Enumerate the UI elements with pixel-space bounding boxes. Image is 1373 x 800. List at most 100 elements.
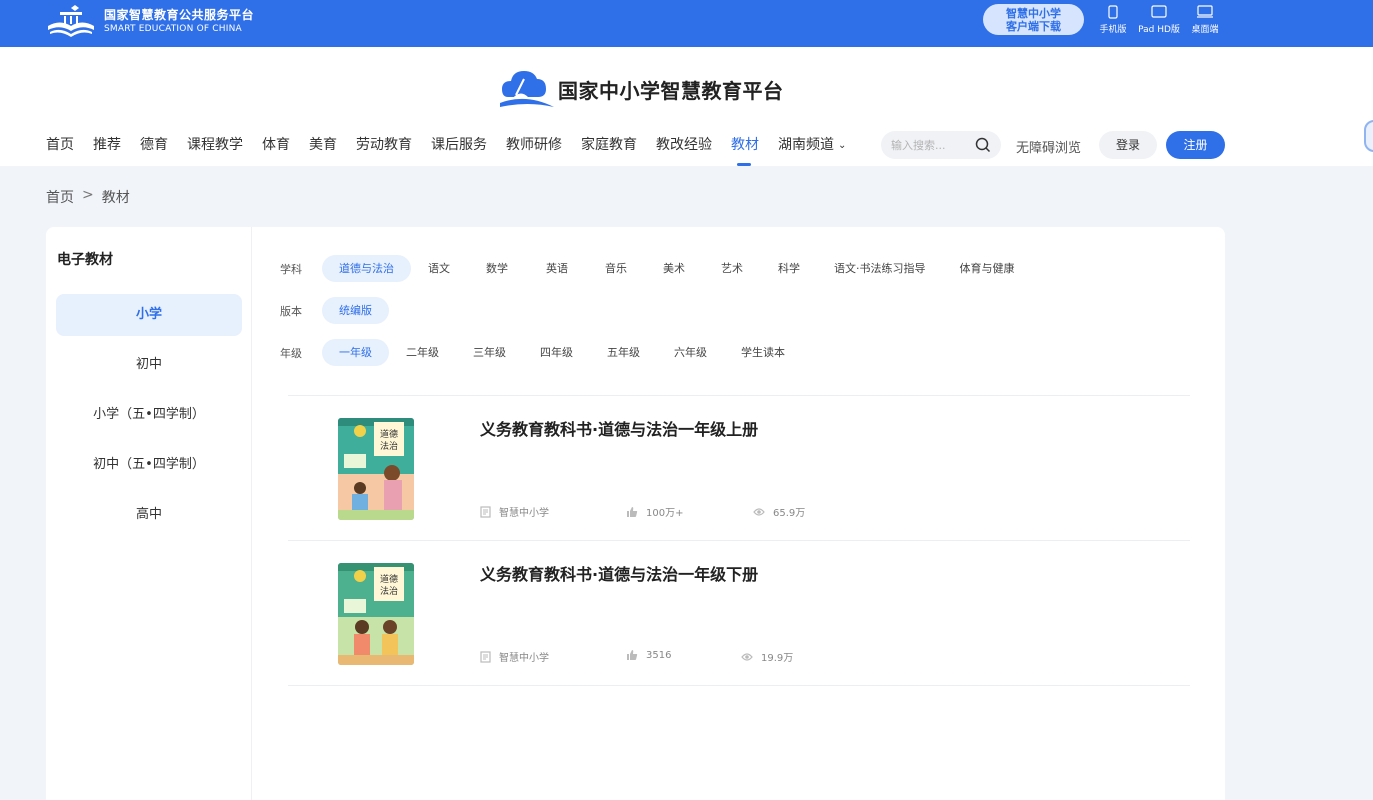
grade-filter: 年级 一年级 二年级 三年级 四年级 五年级 六年级 学生读本 <box>280 339 802 366</box>
desktop-version-link[interactable]: 桌面端 <box>1188 5 1222 35</box>
search-icon[interactable] <box>975 137 991 153</box>
sidebar-title: 电子教材 <box>57 252 113 268</box>
divider <box>288 685 1190 686</box>
eye-icon <box>753 507 765 516</box>
nav-item-recommend[interactable]: 推荐 <box>93 135 121 156</box>
edition-label: 版本 <box>280 304 302 318</box>
eye-icon <box>741 652 753 661</box>
sidebar-item-primary[interactable]: 小学 <box>56 294 242 336</box>
book-likes: 3516 <box>626 649 671 661</box>
sidebar-item-senior[interactable]: 高中 <box>56 494 242 536</box>
floating-side-button[interactable] <box>1364 120 1373 152</box>
content-panel: 电子教材 小学 初中 小学（五•四学制） 初中（五•四学制） 高中 学科 道德与… <box>46 227 1225 800</box>
document-icon <box>480 650 491 663</box>
brand-logo-block[interactable]: 国家智慧教育公共服务平台 SMART EDUCATION OF CHINA <box>46 4 254 38</box>
pad-version-link[interactable]: Pad HD版 <box>1135 5 1183 35</box>
book-views: 65.9万 <box>753 504 805 519</box>
book-publisher: 智慧中小学 <box>480 649 549 664</box>
book-cover[interactable]: 道德 法治 <box>338 563 414 665</box>
subject-chip-english[interactable]: 英语 <box>527 255 587 282</box>
likes-count: 3516 <box>646 649 672 661</box>
tablet-icon <box>1151 5 1167 18</box>
grade-chip-3[interactable]: 三年级 <box>456 339 523 366</box>
brand-name-cn: 国家智慧教育公共服务平台 <box>104 7 255 22</box>
cover-title-1: 道德 <box>380 428 398 440</box>
grade-chip-1[interactable]: 一年级 <box>322 339 389 366</box>
grade-chip-5[interactable]: 五年级 <box>590 339 657 366</box>
cover-title-2: 法治 <box>380 585 398 597</box>
subject-chip-chinese[interactable]: 语文 <box>411 255 467 282</box>
breadcrumb-home[interactable]: 首页 <box>46 187 74 207</box>
grade-chip-4[interactable]: 四年级 <box>523 339 590 366</box>
nav-item-reform[interactable]: 教改经验 <box>656 135 712 156</box>
publisher-text: 智慧中小学 <box>499 508 549 519</box>
sidebar-item-junior[interactable]: 初中 <box>56 344 242 386</box>
grade-chip-2[interactable]: 二年级 <box>389 339 456 366</box>
book-title[interactable]: 义务教育教科书·道德与法治一年级上册 <box>480 416 758 440</box>
nav-item-sports[interactable]: 体育 <box>262 135 290 156</box>
nav-item-family[interactable]: 家庭教育 <box>581 135 637 156</box>
breadcrumb: 首页 > 教材 <box>46 187 130 207</box>
cover-title-1: 道德 <box>380 573 398 585</box>
nav-item-moral[interactable]: 德育 <box>140 135 168 156</box>
thumbs-up-icon <box>627 506 638 517</box>
book-cover[interactable]: 道德 法治 <box>338 418 414 520</box>
subject-chip-pe-health[interactable]: 体育与健康 <box>943 255 1032 282</box>
subject-chip-music[interactable]: 音乐 <box>587 255 645 282</box>
book-item[interactable]: 道德 法治 义务教育教科书·道德与法治一年级下册 智慧中小学 3516 19.9… <box>288 541 1190 685</box>
sidebar-item-primary-54[interactable]: 小学（五•四学制） <box>56 394 242 436</box>
document-icon <box>480 505 491 518</box>
subject-chip-morality-law[interactable]: 道德与法治 <box>322 255 411 282</box>
grade-chip-student-reader[interactable]: 学生读本 <box>724 339 802 366</box>
nav-item-textbooks[interactable]: 教材 <box>731 135 759 166</box>
subject-label: 学科 <box>280 262 302 276</box>
nav-item-teacher-training[interactable]: 教师研修 <box>506 135 562 156</box>
search-box <box>881 131 1001 159</box>
book-logo-icon <box>48 5 94 37</box>
nav-item-after-school[interactable]: 课后服务 <box>431 135 487 156</box>
book-likes: 100万+ <box>626 504 683 519</box>
subject-chip-science[interactable]: 科学 <box>761 255 817 282</box>
subject-chip-math[interactable]: 数学 <box>467 255 527 282</box>
textbook-cover-image: 道德 法治 <box>338 563 414 665</box>
site-header: 国家中小学智慧教育平台 首页 推荐 德育 课程教学 体育 美育 劳动教育 课后服… <box>0 47 1373 166</box>
search-input[interactable] <box>891 131 971 159</box>
subject-filter: 学科 道德与法治 语文 数学 英语 音乐 美术 艺术 科学 语文·书法练习指导 … <box>280 255 1032 282</box>
chevron-down-icon: ⌄ <box>838 140 847 151</box>
grade-label: 年级 <box>280 346 302 360</box>
textbook-cover-image: 道德 法治 <box>338 418 414 520</box>
nav-item-courses[interactable]: 课程教学 <box>187 135 243 156</box>
accessibility-link[interactable]: 无障碍浏览 <box>1016 137 1081 156</box>
nav-item-home[interactable]: 首页 <box>46 135 74 156</box>
subject-chip-fine-arts[interactable]: 美术 <box>645 255 703 282</box>
main-nav: 首页 推荐 德育 课程教学 体育 美育 劳动教育 课后服务 教师研修 家庭教育 … <box>46 135 865 166</box>
edition-chip-tongbian[interactable]: 统编版 <box>322 297 389 324</box>
book-item[interactable]: 道德 法治 义务教育教科书·道德与法治一年级上册 智慧中小学 100万+ 65.… <box>288 396 1190 540</box>
grade-chip-6[interactable]: 六年级 <box>657 339 724 366</box>
subject-chip-calligraphy[interactable]: 语文·书法练习指导 <box>817 255 943 282</box>
pad-version-label: Pad HD版 <box>1138 25 1180 35</box>
desktop-icon <box>1197 5 1213 18</box>
subject-chip-art[interactable]: 艺术 <box>703 255 761 282</box>
thumbs-up-icon <box>627 650 638 660</box>
breadcrumb-current: 教材 <box>101 190 130 206</box>
register-button[interactable]: 注册 <box>1166 131 1225 159</box>
site-logo[interactable]: 国家中小学智慧教育平台 <box>498 67 784 111</box>
client-download-line1: 智慧中小学 <box>1006 7 1061 20</box>
phone-version-link[interactable]: 手机版 <box>1097 5 1129 35</box>
category-sidebar: 电子教材 小学 初中 小学（五•四学制） 初中（五•四学制） 高中 <box>46 227 252 800</box>
nav-item-hunan-channel[interactable]: 湖南频道 ⌄ <box>778 135 846 156</box>
sidebar-item-junior-54[interactable]: 初中（五•四学制） <box>56 444 242 486</box>
cloud-book-logo-icon <box>500 71 554 107</box>
nav-item-arts[interactable]: 美育 <box>309 135 337 156</box>
book-title[interactable]: 义务教育教科书·道德与法治一年级下册 <box>480 561 758 585</box>
login-button[interactable]: 登录 <box>1099 131 1157 159</box>
nav-item-labor[interactable]: 劳动教育 <box>356 135 412 156</box>
views-count: 19.9万 <box>761 653 794 664</box>
nav-hunan-label: 湖南频道 <box>778 137 834 153</box>
breadcrumb-separator: > <box>82 187 94 203</box>
likes-count: 100万+ <box>646 508 684 519</box>
client-download-button[interactable]: 智慧中小学 客户端下载 <box>983 4 1084 35</box>
book-views: 19.9万 <box>741 649 793 664</box>
top-bar: 国家智慧教育公共服务平台 SMART EDUCATION OF CHINA 智慧… <box>0 0 1373 47</box>
